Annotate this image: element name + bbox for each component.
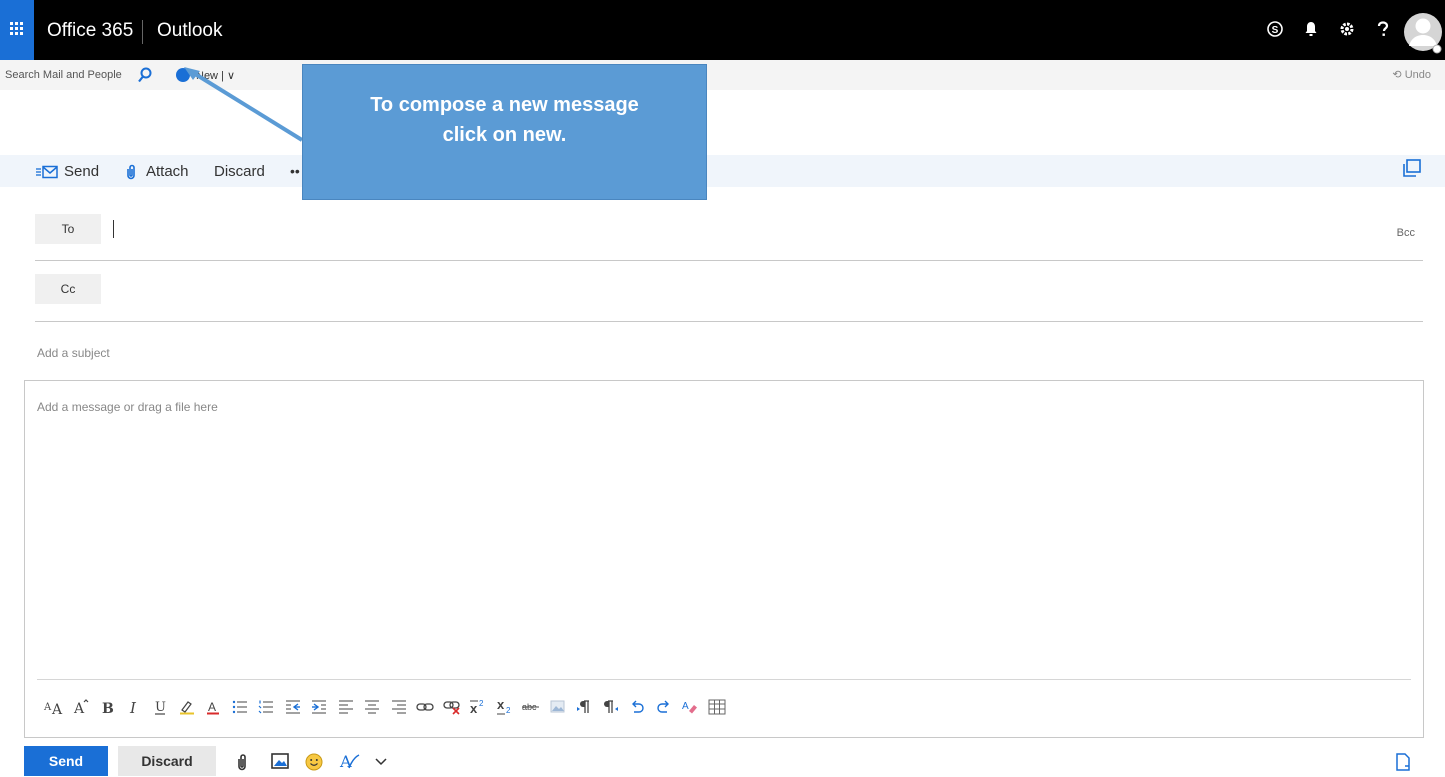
callout-line-1: To compose a new message [370, 94, 639, 116]
new-button-label: New | ∨ [196, 69, 236, 82]
more-icon: •• [290, 163, 300, 179]
font-icon[interactable]: AA [41, 695, 68, 719]
rtl-icon[interactable] [598, 695, 625, 719]
ltr-icon[interactable] [571, 695, 598, 719]
message-body[interactable]: Add a message or drag a file here AA A B… [24, 380, 1424, 738]
svg-text:x: x [470, 701, 478, 715]
bold-icon[interactable]: B [94, 695, 121, 719]
bell-icon[interactable] [1293, 0, 1329, 60]
draft-icon[interactable] [1396, 753, 1410, 771]
highlight-icon[interactable] [174, 695, 201, 719]
decrease-indent-icon[interactable] [280, 695, 307, 719]
discard-button[interactable]: Discard [118, 746, 216, 776]
superscript-icon[interactable]: x2 [465, 695, 492, 719]
align-left-icon[interactable] [333, 695, 360, 719]
align-right-icon[interactable] [386, 695, 413, 719]
popout-icon[interactable] [1403, 159, 1421, 182]
svg-text:2: 2 [506, 706, 511, 715]
body-placeholder: Add a message or drag a file here [37, 400, 218, 414]
callout-line-2: click on new. [442, 124, 567, 146]
to-divider [35, 260, 1423, 261]
new-button[interactable]: New | ∨ [176, 65, 235, 85]
help-icon[interactable] [1365, 0, 1401, 60]
compose-toolbar: Send Attach Discard •• [0, 155, 1445, 187]
italic-icon[interactable]: I [121, 695, 148, 719]
svg-text:A: A [43, 702, 52, 713]
toolbar-more-button[interactable]: •• [290, 163, 300, 179]
app-title[interactable]: Outlook [157, 20, 222, 42]
toolbar-send-label: Send [64, 163, 100, 180]
instruction-callout: To compose a new message click on new. [302, 64, 707, 200]
emoji-icon[interactable] [305, 753, 323, 771]
attach-icon[interactable] [236, 753, 248, 771]
app-launcher-icon[interactable] [0, 0, 34, 60]
insert-picture-icon[interactable] [545, 695, 572, 719]
suite-title[interactable]: Office 365 [47, 20, 133, 42]
cc-button[interactable]: Cc [35, 274, 101, 304]
insert-link-icon[interactable] [412, 695, 439, 719]
svg-text:I: I [129, 699, 137, 715]
subscript-icon[interactable]: x2 [492, 695, 519, 719]
avatar[interactable] [1403, 8, 1443, 56]
format-toolbar: AA A B I U A x2 x2 abc A [41, 693, 730, 721]
to-field[interactable] [120, 214, 1360, 244]
svg-text:S: S [1272, 25, 1279, 36]
cc-divider [35, 321, 1423, 322]
subject-field[interactable]: Add a subject [37, 346, 110, 360]
toolbar-attach-button[interactable]: Attach [125, 163, 189, 180]
align-center-icon[interactable] [359, 695, 386, 719]
toolbar-discard-button[interactable]: Discard [214, 163, 265, 180]
bcc-link[interactable]: Bcc [1397, 227, 1415, 239]
insert-table-icon[interactable] [704, 695, 731, 719]
svg-text:2: 2 [479, 699, 484, 708]
bullets-icon[interactable] [227, 695, 254, 719]
command-bar: Search Mail and People New | ∨ ⟲ Undo [0, 60, 1445, 90]
send-envelope-icon [36, 165, 58, 178]
clear-formatting-icon[interactable]: A [677, 695, 704, 719]
strikethrough-icon[interactable]: abc [518, 695, 545, 719]
font-color-icon[interactable]: A [200, 695, 227, 719]
search-input[interactable]: Search Mail and People [5, 69, 122, 81]
toolbar-discard-label: Discard [214, 163, 265, 180]
svg-text:A: A [73, 701, 85, 715]
undo-button[interactable]: ⟲ Undo [1392, 68, 1431, 81]
undo-format-icon[interactable] [624, 695, 651, 719]
top-icons: S [1257, 0, 1445, 60]
svg-text:B: B [102, 701, 114, 715]
format-bar-divider [37, 679, 1411, 680]
svg-text:x: x [497, 699, 505, 712]
redo-format-icon[interactable] [651, 695, 678, 719]
svg-text:A: A [208, 700, 216, 714]
underline-icon[interactable]: U [147, 695, 174, 719]
paperclip-icon [127, 164, 135, 179]
suite-bar: Office 365 Outlook S [0, 0, 1445, 60]
svg-text:U: U [155, 700, 166, 715]
send-button[interactable]: Send [24, 746, 108, 776]
increase-indent-icon[interactable] [306, 695, 333, 719]
skype-icon[interactable]: S [1257, 0, 1293, 60]
svg-text:A: A [51, 702, 63, 715]
toolbar-attach-label: Attach [146, 163, 189, 180]
numbering-icon[interactable] [253, 695, 280, 719]
toolbar-send-button[interactable]: Send [36, 163, 99, 180]
search-icon[interactable] [138, 67, 152, 88]
title-divider [142, 20, 143, 44]
remove-link-icon[interactable] [439, 695, 466, 719]
font-size-icon[interactable]: A [68, 695, 95, 719]
svg-text:A: A [339, 753, 352, 771]
svg-text:A: A [682, 701, 689, 712]
insert-picture-icon[interactable] [271, 753, 289, 769]
text-caret [113, 220, 114, 238]
new-plus-icon [176, 68, 190, 82]
formatting-options-icon[interactable]: A [339, 753, 361, 771]
to-button[interactable]: To [35, 214, 101, 244]
gear-icon[interactable] [1329, 0, 1365, 60]
chevron-down-icon[interactable] [374, 753, 388, 769]
